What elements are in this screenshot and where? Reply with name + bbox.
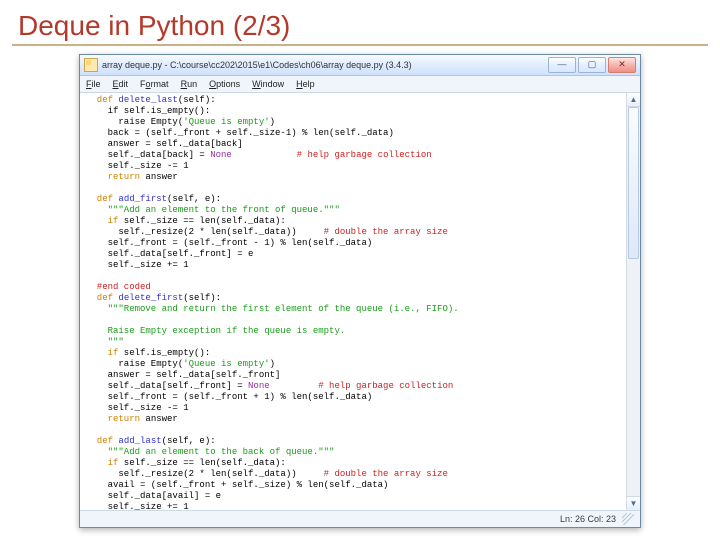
menubar: FFileile Edit Format Run Options Window … [80,76,640,93]
scroll-thumb[interactable] [628,107,639,259]
idle-window: array deque.py - C:\course\cc202\2015\e1… [79,54,641,528]
cursor-position: Ln: 26 Col: 23 [560,514,616,524]
maximize-button[interactable]: ▢ [578,57,606,73]
menu-help[interactable]: Help [296,79,315,89]
window-title: array deque.py - C:\course\cc202\2015\e1… [102,60,548,70]
titlebar: array deque.py - C:\course\cc202\2015\e1… [80,55,640,76]
code-editor[interactable]: def delete_last(self): if self.is_empty(… [80,93,640,510]
resize-grip-icon[interactable] [622,513,634,525]
title-rule [12,44,708,46]
menu-edit[interactable]: Edit [113,79,129,89]
scroll-up-arrow-icon[interactable]: ▲ [627,93,640,107]
code-content: def delete_last(self): if self.is_empty(… [80,93,640,510]
scroll-down-arrow-icon[interactable]: ▼ [627,496,640,510]
close-button[interactable]: ✕ [608,57,636,73]
menu-window[interactable]: Window [252,79,284,89]
minimize-button[interactable]: — [548,57,576,73]
menu-format[interactable]: Format [140,79,169,89]
statusbar: Ln: 26 Col: 23 [80,510,640,527]
vertical-scrollbar[interactable]: ▲ ▼ [626,93,640,510]
window-controls: — ▢ ✕ [548,57,636,73]
menu-options[interactable]: Options [209,79,240,89]
python-file-icon [84,58,98,72]
menu-file[interactable]: FFileile [86,79,101,89]
menu-run[interactable]: Run [181,79,198,89]
slide-title: Deque in Python (2/3) [0,0,720,44]
